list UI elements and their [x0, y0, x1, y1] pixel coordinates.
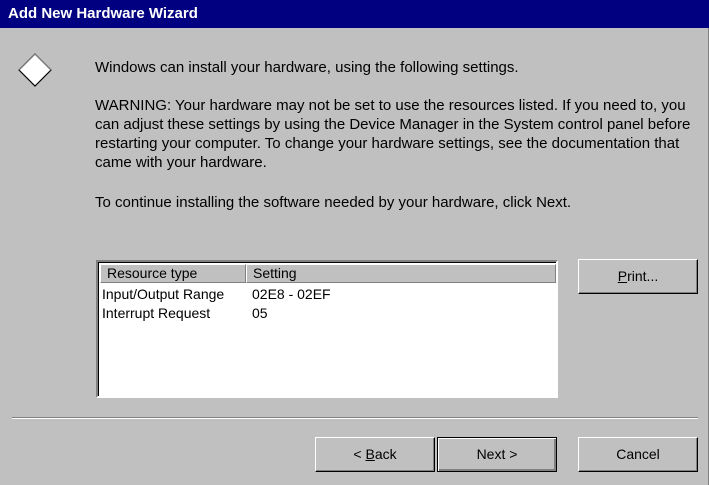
setting-cell: 02E8 - 02EF — [252, 286, 331, 302]
cancel-button[interactable]: Cancel — [578, 437, 698, 472]
column-header-setting[interactable]: Setting — [246, 264, 556, 283]
title-bar: Add New Hardware Wizard — [0, 0, 709, 28]
diamond-icon — [18, 53, 52, 87]
print-mnemonic: P — [617, 268, 628, 284]
separator — [12, 417, 698, 419]
next-button[interactable]: Next > — [437, 437, 557, 472]
continue-text: To continue installing the software need… — [95, 194, 572, 211]
list-header: Resource type Setting — [100, 264, 556, 283]
resource-list[interactable]: Resource type Setting Input/Output Range… — [96, 260, 558, 398]
back-label: ack — [374, 446, 397, 462]
next-label: Next > — [476, 446, 518, 462]
window-title: Add New Hardware Wizard — [8, 5, 198, 22]
resource-type-cell: Input/Output Range — [102, 286, 225, 302]
print-button[interactable]: Print... — [578, 259, 698, 294]
back-button[interactable]: < Back — [315, 437, 435, 472]
back-mnemonic: B — [365, 446, 375, 462]
intro-text: Windows can install your hardware, using… — [95, 59, 519, 76]
list-item[interactable]: Input/Output Range 02E8 - 02EF — [100, 286, 331, 305]
warning-text: WARNING: Your hardware may not be set to… — [95, 97, 691, 171]
column-header-resource-type[interactable]: Resource type — [100, 264, 246, 283]
cancel-label: Cancel — [616, 446, 660, 462]
back-prefix: < — [353, 446, 366, 462]
resource-type-cell: Interrupt Request — [102, 305, 211, 321]
print-label: rint... — [627, 268, 659, 284]
list-item[interactable]: Interrupt Request 05 — [100, 305, 268, 324]
setting-cell: 05 — [252, 305, 268, 321]
